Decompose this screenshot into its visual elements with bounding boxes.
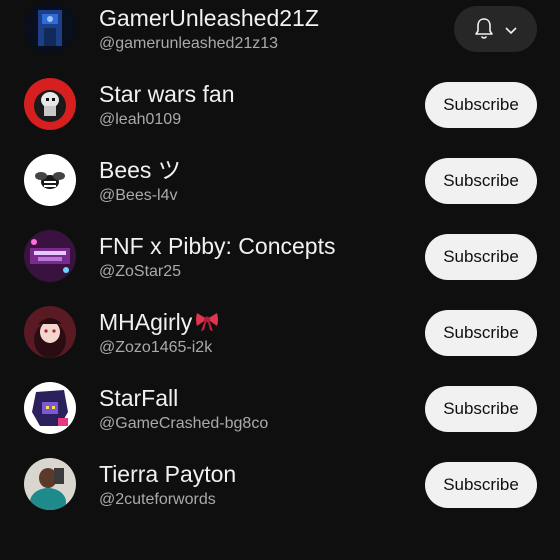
- channel-name: GamerUnleashed21Z: [99, 5, 319, 31]
- avatar-image: [24, 458, 76, 510]
- channel-handle: @2cuteforwords: [99, 491, 216, 508]
- avatar-image: [24, 154, 76, 206]
- bell-icon: [473, 17, 495, 46]
- channel-row[interactable]: Bees ツ @Bees-l4v Subscribe: [0, 144, 560, 220]
- channel-avatar[interactable]: [24, 382, 76, 434]
- channel-row[interactable]: MHAgirly @Zozo1465-i2k Subscribe: [0, 296, 560, 372]
- channel-row[interactable]: Tierra Payton @2cuteforwords Subscribe: [0, 448, 560, 524]
- channel-name: Star wars fan: [99, 81, 235, 107]
- subscribe-button[interactable]: Subscribe: [425, 310, 537, 356]
- channel-handle: @ZoStar25: [99, 263, 182, 280]
- channel-avatar[interactable]: [24, 78, 76, 130]
- channel-handle: @Bees-l4v: [99, 187, 178, 204]
- subscribe-button[interactable]: Subscribe: [425, 82, 537, 128]
- channel-avatar[interactable]: [24, 230, 76, 282]
- channel-row[interactable]: GamerUnleashed21Z @gamerunleashed21z13: [0, 0, 560, 68]
- avatar-image: [24, 2, 76, 54]
- channel-name: StarFall: [99, 385, 179, 411]
- chevron-down-icon: [504, 23, 518, 41]
- channel-name-text: MHAgirly: [99, 309, 193, 335]
- subscribe-button[interactable]: Subscribe: [425, 386, 537, 432]
- avatar-image: [24, 382, 76, 434]
- channel-avatar[interactable]: [24, 154, 76, 206]
- subscribe-button[interactable]: Subscribe: [425, 158, 537, 204]
- subscribe-button[interactable]: Subscribe: [425, 462, 537, 508]
- channel-row[interactable]: FNF x Pibby: Concepts @ZoStar25 Subscrib…: [0, 220, 560, 296]
- ribbon-icon: [194, 310, 220, 338]
- avatar-image: [24, 230, 76, 282]
- channel-name: FNF x Pibby: Concepts: [99, 233, 336, 259]
- channel-avatar[interactable]: [24, 2, 76, 54]
- channel-row[interactable]: Star wars fan @leah0109 Subscribe: [0, 68, 560, 144]
- avatar-image: [24, 306, 76, 358]
- avatar-image: [24, 78, 76, 130]
- channel-name: Tierra Payton: [99, 461, 237, 487]
- notification-settings-button[interactable]: [454, 6, 537, 52]
- channel-row[interactable]: StarFall @GameCrashed-bg8co Subscribe: [0, 372, 560, 448]
- channel-name: Bees ツ: [99, 157, 181, 183]
- channel-list: GamerUnleashed21Z @gamerunleashed21z13 S…: [0, 0, 560, 560]
- subscribe-button[interactable]: Subscribe: [425, 234, 537, 280]
- channel-avatar[interactable]: [24, 458, 76, 510]
- channel-avatar[interactable]: [24, 306, 76, 358]
- channel-handle: @GameCrashed-bg8co: [99, 415, 269, 432]
- channel-handle: @Zozo1465-i2k: [99, 339, 213, 356]
- channel-name: MHAgirly: [99, 308, 220, 338]
- channel-handle: @gamerunleashed21z13: [99, 35, 279, 52]
- channel-handle: @leah0109: [99, 111, 182, 128]
